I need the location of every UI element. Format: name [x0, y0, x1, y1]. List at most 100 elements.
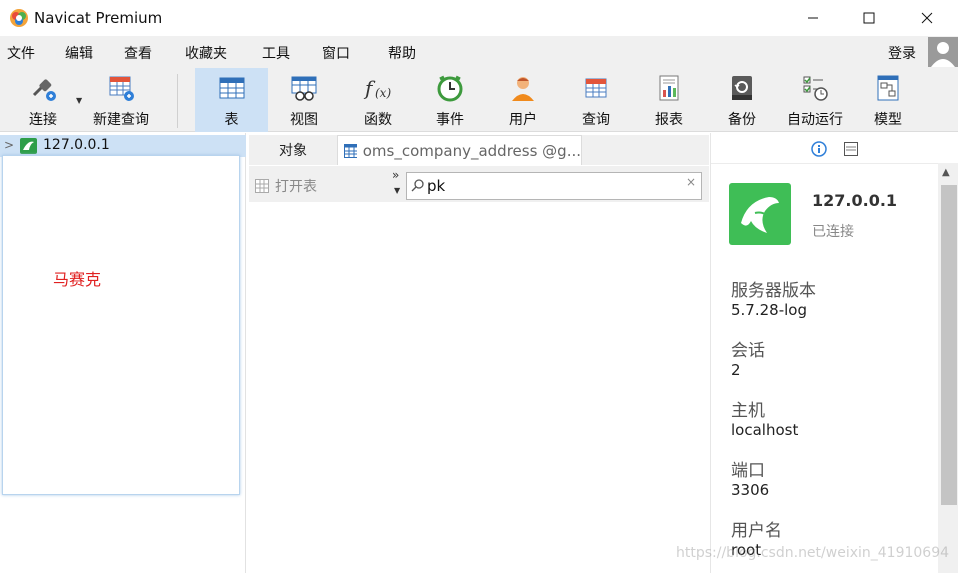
- toolbar-backup-label: 备份: [728, 112, 756, 128]
- new-query-icon: [106, 73, 136, 103]
- toolbar-function-button[interactable]: f (x) 函数: [350, 68, 406, 132]
- function-icon: f (x): [363, 73, 393, 103]
- toolbar-user-label: 用户: [509, 112, 537, 128]
- maximize-icon: [863, 12, 875, 24]
- tab-objects[interactable]: 对象: [249, 135, 337, 165]
- double-chevron-icon[interactable]: »: [392, 168, 399, 182]
- toolbar: 连接 ▼ 新建查询 表 视图 f (x) 函数 事件 用户 查询 报表 备份 自…: [0, 68, 958, 132]
- prop-username-label: 用户名: [731, 521, 782, 541]
- mosaic-label: 马赛克: [53, 270, 102, 289]
- toolbar-table-button[interactable]: 表: [195, 68, 268, 132]
- clear-search-icon[interactable]: ×: [686, 175, 696, 189]
- chevron-right-icon[interactable]: >: [4, 138, 14, 152]
- mosaic-overlay: 马赛克: [2, 155, 240, 495]
- connection-tree-item[interactable]: > 127.0.0.1: [0, 135, 246, 157]
- connection-status: 已连接: [812, 224, 854, 240]
- login-link[interactable]: 登录: [888, 43, 916, 63]
- toolbar-new-query-button[interactable]: 新建查询: [88, 68, 154, 132]
- toolbar-model-label: 模型: [874, 112, 902, 128]
- menu-tools[interactable]: 工具: [262, 43, 290, 63]
- maximize-button[interactable]: [846, 0, 892, 36]
- view-icon: [289, 73, 319, 103]
- toolbar-function-label: 函数: [364, 112, 392, 128]
- info-scrollbar[interactable]: ▲: [938, 163, 958, 573]
- automation-icon: [800, 73, 830, 103]
- connection-name: 127.0.0.1: [43, 137, 110, 153]
- plug-icon: [28, 73, 58, 103]
- close-icon: [921, 12, 933, 24]
- menu-window[interactable]: 窗口: [322, 43, 350, 63]
- toolbar-connect-label: 连接: [29, 112, 57, 128]
- model-icon: [873, 73, 903, 103]
- ddl-icon[interactable]: [844, 142, 858, 156]
- object-search-field[interactable]: ×: [406, 172, 702, 200]
- dropdown-arrow-icon[interactable]: ▼: [394, 186, 400, 195]
- svg-text:(x): (x): [375, 86, 391, 100]
- search-icon: [411, 179, 424, 192]
- avatar[interactable]: [928, 37, 958, 67]
- connect-dropdown-icon[interactable]: ▼: [76, 96, 82, 105]
- user-avatar-icon: [931, 42, 955, 67]
- scrollbar-thumb[interactable]: [941, 185, 957, 505]
- toolbar-separator: [177, 74, 178, 128]
- mysql-connection-icon: [20, 138, 37, 154]
- prop-port-value: 3306: [731, 481, 770, 499]
- toolbar-query-label: 查询: [582, 112, 610, 128]
- window-title: Navicat Premium: [34, 9, 163, 27]
- toolbar-query-button[interactable]: 查询: [568, 68, 624, 132]
- minimize-button[interactable]: [790, 0, 836, 36]
- mysql-connection-icon: [729, 183, 791, 245]
- prop-host-label: 主机: [731, 401, 765, 421]
- info-divider: [711, 163, 958, 164]
- menu-help[interactable]: 帮助: [388, 43, 416, 63]
- query-icon: [581, 73, 611, 103]
- prop-server-version-label: 服务器版本: [731, 281, 816, 301]
- object-list-area: [249, 202, 709, 573]
- open-table-button[interactable]: 打开表: [255, 176, 317, 196]
- clock-icon: [435, 73, 465, 103]
- info-pane: 127.0.0.1 已连接 服务器版本 5.7.28-log 会话 2 主机 l…: [710, 133, 958, 573]
- title-bar: Navicat Premium: [0, 0, 958, 36]
- minimize-icon: [808, 17, 818, 19]
- user-icon: [508, 73, 538, 103]
- toolbar-report-button[interactable]: 报表: [641, 68, 697, 132]
- open-table-label: 打开表: [275, 179, 317, 195]
- toolbar-user-button[interactable]: 用户: [495, 68, 551, 132]
- prop-port-label: 端口: [731, 461, 765, 481]
- table-icon: [255, 179, 269, 193]
- toolbar-connect-button[interactable]: 连接: [20, 68, 66, 132]
- backup-icon: [727, 73, 757, 103]
- toolbar-automation-button[interactable]: 自动运行: [782, 68, 848, 132]
- toolbar-model-button[interactable]: 模型: [860, 68, 916, 132]
- scroll-up-icon[interactable]: ▲: [942, 167, 950, 178]
- menu-favorites[interactable]: 收藏夹: [185, 43, 227, 63]
- tab-bar: 对象 oms_company_address @g...: [249, 135, 709, 165]
- prop-sessions-label: 会话: [731, 341, 765, 361]
- toolbar-backup-button[interactable]: 备份: [714, 68, 770, 132]
- info-host-name: 127.0.0.1: [812, 191, 898, 210]
- close-button[interactable]: [904, 0, 950, 36]
- menu-view[interactable]: 查看: [124, 43, 152, 63]
- info-icon[interactable]: [811, 141, 827, 157]
- navicat-logo-icon: [10, 9, 28, 27]
- watermark: https://blog.csdn.net/weixin_41910694: [676, 545, 950, 561]
- table-icon: [344, 143, 357, 158]
- menu-edit[interactable]: 编辑: [65, 43, 93, 63]
- report-icon: [654, 73, 684, 103]
- search-input[interactable]: [427, 176, 677, 196]
- menu-bar: 文件 编辑 查看 收藏夹 工具 窗口 帮助 登录: [0, 36, 958, 68]
- toolbar-table-label: 表: [224, 112, 239, 128]
- object-toolbar: 打开表 » ▼ ×: [249, 166, 709, 202]
- toolbar-report-label: 报表: [655, 112, 683, 128]
- toolbar-event-button[interactable]: 事件: [422, 68, 478, 132]
- tab-table-label: oms_company_address @g...: [362, 141, 581, 160]
- toolbar-view-button[interactable]: 视图: [276, 68, 332, 132]
- menu-file[interactable]: 文件: [7, 43, 35, 63]
- toolbar-new-query-label: 新建查询: [93, 112, 149, 128]
- tab-table-design[interactable]: oms_company_address @g...: [337, 135, 582, 165]
- prop-server-version-value: 5.7.28-log: [731, 301, 807, 319]
- table-icon: [217, 73, 247, 103]
- prop-host-value: localhost: [731, 421, 799, 439]
- toolbar-event-label: 事件: [436, 112, 464, 128]
- toolbar-view-label: 视图: [290, 112, 318, 128]
